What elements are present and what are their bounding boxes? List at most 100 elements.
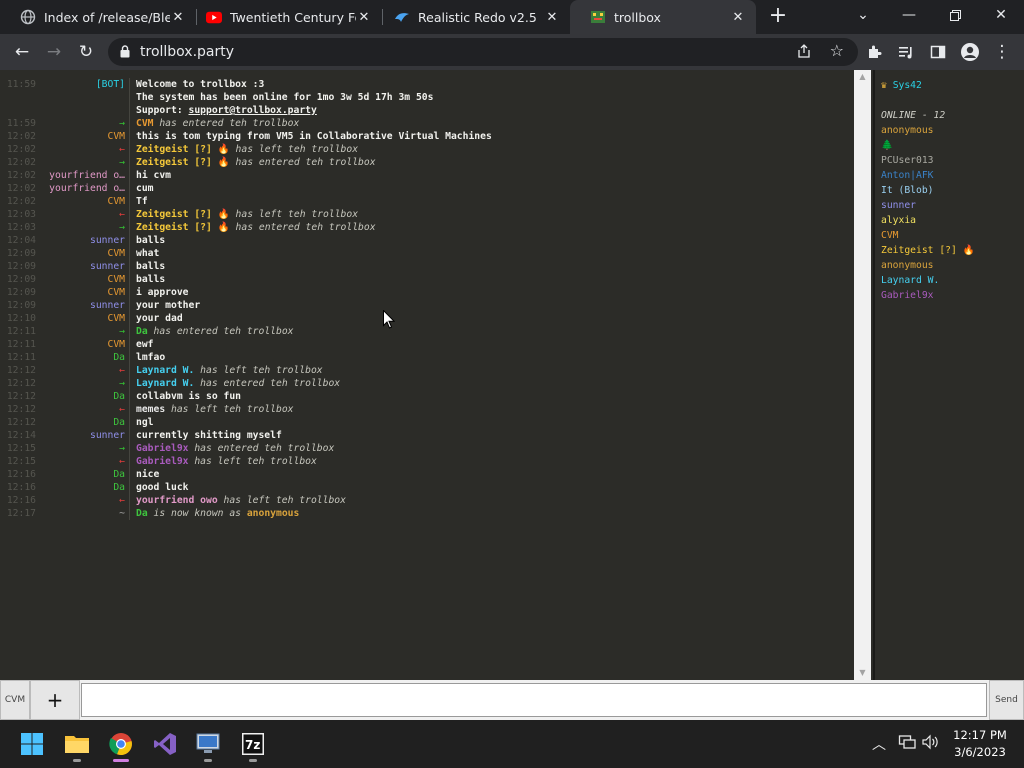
user-list-item[interactable]: alyxia <box>881 213 1024 228</box>
message-time: 12:11 <box>6 326 36 337</box>
media-control-icon[interactable] <box>894 40 918 64</box>
close-window-button[interactable]: ✕ <box>978 0 1024 30</box>
message-time: 12:09 <box>6 287 36 298</box>
chat-message: The system has been online for 1mo 3w 5d… <box>0 91 854 104</box>
message-nick: ← <box>119 209 125 220</box>
menu-icon[interactable]: ⋮ <box>990 40 1014 64</box>
running-indicator <box>204 759 212 762</box>
new-tab-button[interactable]: + <box>766 4 790 30</box>
clock[interactable]: 12:17 PM 3/6/2023 <box>942 727 1018 761</box>
address-bar[interactable]: trollbox.party ☆ <box>108 38 858 66</box>
close-icon[interactable]: ✕ <box>544 10 560 25</box>
message-body: hi cvm <box>129 169 854 182</box>
network-icon[interactable] <box>898 734 916 754</box>
7zip-icon[interactable]: 7z <box>235 726 271 762</box>
browser-tab[interactable]: Index of /release/Blend ✕ <box>0 0 196 34</box>
online-count: ONLINE - 12 <box>881 110 946 121</box>
event-text: has left teh trollbox <box>165 404 294 415</box>
user-list-item[interactable]: PCUser013 <box>881 153 1024 168</box>
user-list-item[interactable]: Gabriel9x <box>881 288 1024 303</box>
message-body: Zeitgeist [?] 🔥 has left teh trollbox <box>129 208 854 221</box>
message-time: 12:12 <box>6 417 36 428</box>
volume-icon[interactable] <box>922 734 940 754</box>
trollbox-icon <box>590 9 606 25</box>
message-nick: yourfriend o… <box>49 170 125 181</box>
nick-button[interactable]: CVM <box>0 680 30 720</box>
trollbox-page: 11:59 [BOT] Welcome to trollbox :3 The syst… <box>0 70 1024 720</box>
user-list-item[interactable]: anonymous <box>881 258 1024 273</box>
event-user: Gabriel9x <box>136 443 189 454</box>
file-explorer-icon[interactable] <box>59 726 95 762</box>
taskbar: 7z ︿ 12:17 PM 3/6/2023 <box>0 720 1024 768</box>
remote-desktop-icon[interactable] <box>190 726 226 762</box>
user-list-item[interactable]: CVM <box>881 228 1024 243</box>
message-time: 12:09 <box>6 300 36 311</box>
close-icon[interactable]: ✕ <box>730 10 746 25</box>
message-body: ewf <box>129 338 854 351</box>
forward-button[interactable]: → <box>42 40 66 64</box>
side-panel-icon[interactable] <box>926 40 950 64</box>
start-button[interactable] <box>14 726 50 762</box>
message-nick: sunner <box>90 235 125 246</box>
event-text: has left teh trollbox <box>229 209 359 220</box>
reload-button[interactable]: ↻ <box>74 40 98 64</box>
user-list-item[interactable]: It (Blob) <box>881 183 1024 198</box>
browser-tab[interactable]: Twentieth Century Fox ✕ <box>186 0 382 34</box>
chat-message: 12:09 CVM what <box>0 247 854 260</box>
chat-scrollbar[interactable]: ▲ ▼ <box>854 70 871 680</box>
restore-button[interactable] <box>932 0 978 30</box>
user-list-item[interactable]: Laynard W. <box>881 273 1024 288</box>
url-text: trollbox.party <box>140 44 235 60</box>
top-user[interactable]: ♛ Sys42 <box>881 78 1024 93</box>
scroll-up-icon[interactable]: ▲ <box>854 70 871 84</box>
chat-message: 12:14 sunner currently shitting myself <box>0 429 854 442</box>
share-icon[interactable] <box>796 43 812 63</box>
event-user: Zeitgeist [?] 🔥 <box>136 144 230 155</box>
chat-message: 12:10 CVM your dad <box>0 312 854 325</box>
scrollbar-thumb[interactable] <box>857 84 868 666</box>
browser-tab-active[interactable]: trollbox ✕ <box>570 0 756 34</box>
message-body: nice <box>129 468 854 481</box>
minimize-button[interactable]: — <box>886 0 932 30</box>
message-body: Tf <box>129 195 854 208</box>
message-nick: → <box>119 118 125 129</box>
user-list-item[interactable]: Anton|AFK <box>881 168 1024 183</box>
message-time: 12:12 <box>6 391 36 402</box>
star-icon[interactable]: ☆ <box>830 41 844 60</box>
scroll-down-icon[interactable]: ▼ <box>854 666 871 680</box>
visual-studio-icon[interactable] <box>147 726 183 762</box>
message-nick: sunner <box>90 300 125 311</box>
user-list-item[interactable]: anonymous <box>881 123 1024 138</box>
user-list-item[interactable]: sunner <box>881 198 1024 213</box>
message-text: balls <box>136 235 166 246</box>
profile-avatar-icon[interactable] <box>958 40 982 64</box>
add-button[interactable]: + <box>30 680 80 720</box>
browser-toolbar: ← → ↻ trollbox.party ☆ ⋮ <box>0 34 1024 70</box>
user-list-item[interactable]: 🌲 <box>881 138 1024 153</box>
message-text: i approve <box>136 287 189 298</box>
browser-tab[interactable]: Realistic Redo v2.5 ✕ <box>374 0 570 34</box>
message-text: good luck <box>136 482 189 493</box>
back-button[interactable]: ← <box>10 40 34 64</box>
message-nick: → <box>119 222 125 233</box>
chat-message: 12:02 yourfriend o… hi cvm <box>0 169 854 182</box>
support-link[interactable]: support@trollbox.party <box>189 105 317 116</box>
message-body: Welcome to trollbox :3 <box>129 78 854 91</box>
extensions-icon[interactable] <box>862 40 886 64</box>
close-icon[interactable]: ✕ <box>356 10 372 25</box>
message-nick: ← <box>119 495 125 506</box>
tab-title: trollbox <box>614 9 661 25</box>
chat-message: 12:16 Da nice <box>0 468 854 481</box>
user-list-item[interactable]: Zeitgeist [?] 🔥 <box>881 243 1024 258</box>
message-time: 12:16 <box>6 482 36 493</box>
chevron-up-icon[interactable]: ︿ <box>872 734 886 754</box>
chat-message: 12:12 Da ngl <box>0 416 854 429</box>
chat-message: 12:09 CVM balls <box>0 273 854 286</box>
event-text: has left teh trollbox <box>194 365 323 376</box>
tab-search-icon[interactable]: ⌄ <box>840 0 886 30</box>
send-button[interactable]: Send <box>989 680 1024 720</box>
message-nick: sunner <box>90 261 125 272</box>
chrome-icon[interactable] <box>103 726 139 762</box>
chat-message-input[interactable] <box>81 683 987 717</box>
close-icon[interactable]: ✕ <box>170 10 186 25</box>
